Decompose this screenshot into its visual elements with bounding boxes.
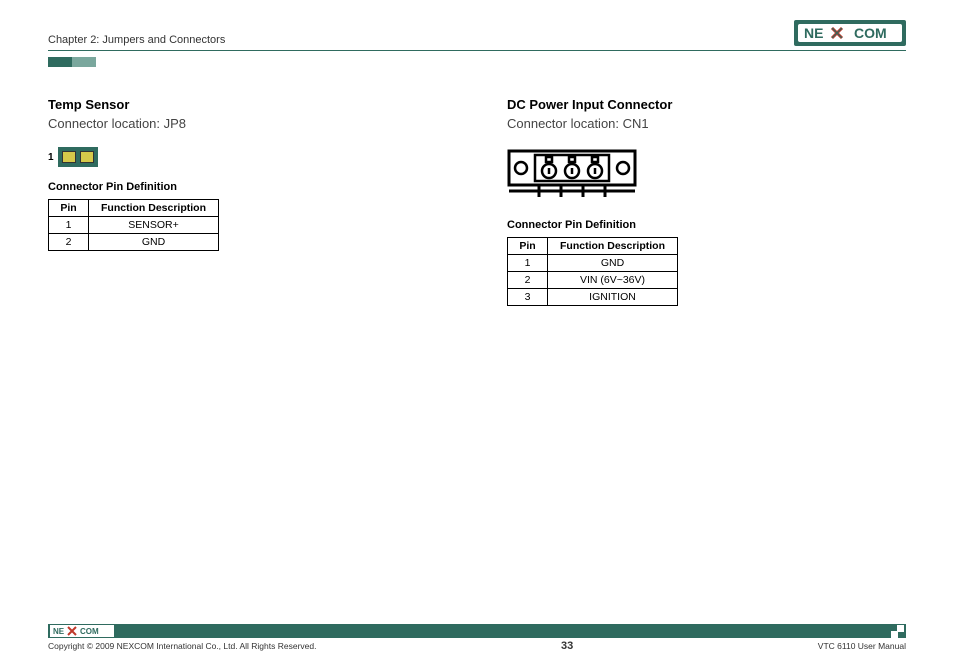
table-row: 1 SENSOR+ bbox=[49, 217, 219, 234]
cell-fn: GND bbox=[548, 255, 678, 272]
pin-def-heading: Connector Pin Definition bbox=[507, 219, 906, 231]
col-fn: Function Description bbox=[89, 200, 219, 217]
cell-fn: SENSOR+ bbox=[89, 217, 219, 234]
dc-power-section: DC Power Input Connector Connector locat… bbox=[507, 97, 906, 306]
temp-sensor-location: Connector location: JP8 bbox=[48, 116, 447, 131]
nexcom-footer-logo: NE COM bbox=[50, 625, 114, 637]
col-pin: Pin bbox=[508, 238, 548, 255]
footer-bar: NE COM bbox=[48, 624, 906, 638]
jumper-pin bbox=[62, 151, 76, 163]
cell-fn: GND bbox=[89, 234, 219, 251]
table-row: 1 GND bbox=[508, 255, 678, 272]
svg-text:COM: COM bbox=[80, 627, 99, 636]
table-row: 2 VIN (6V~36V) bbox=[508, 272, 678, 289]
footer-meta: Copyright © 2009 NEXCOM International Co… bbox=[48, 640, 906, 652]
logo-text-ne: NE bbox=[804, 25, 823, 41]
cell-fn: IGNITION bbox=[548, 289, 678, 306]
table-row: 3 IGNITION bbox=[508, 289, 678, 306]
pin-def-heading: Connector Pin Definition bbox=[48, 181, 447, 193]
chapter-title: Chapter 2: Jumpers and Connectors bbox=[48, 34, 225, 46]
jp8-diagram: 1 bbox=[48, 147, 98, 167]
table-header-row: Pin Function Description bbox=[508, 238, 678, 255]
manual-name: VTC 6110 User Manual bbox=[818, 641, 906, 651]
cn1-diagram bbox=[507, 147, 906, 205]
page-footer: NE COM Copyright © 2009 NEXCOM Internati… bbox=[48, 624, 906, 652]
temp-sensor-title: Temp Sensor bbox=[48, 97, 447, 112]
svg-text:NE: NE bbox=[53, 627, 65, 636]
col-pin: Pin bbox=[49, 200, 89, 217]
cn1-pin-table: Pin Function Description 1 GND 2 VIN (6V… bbox=[507, 237, 678, 306]
col-fn: Function Description bbox=[548, 238, 678, 255]
cell-fn: VIN (6V~36V) bbox=[548, 272, 678, 289]
nexcom-logo: NE COM bbox=[794, 20, 906, 46]
page-header: Chapter 2: Jumpers and Connectors NE COM bbox=[48, 20, 906, 51]
page-number: 33 bbox=[561, 640, 573, 652]
cell-pin: 1 bbox=[508, 255, 548, 272]
footer-ornament bbox=[891, 625, 904, 638]
jumper-box bbox=[58, 147, 98, 167]
temp-sensor-section: Temp Sensor Connector location: JP8 1 Co… bbox=[48, 97, 447, 306]
copyright-text: Copyright © 2009 NEXCOM International Co… bbox=[48, 641, 316, 651]
cell-pin: 1 bbox=[49, 217, 89, 234]
logo-text-com: COM bbox=[854, 25, 887, 41]
dc-power-title: DC Power Input Connector bbox=[507, 97, 906, 112]
cell-pin: 2 bbox=[49, 234, 89, 251]
jp8-pin-table: Pin Function Description 1 SENSOR+ 2 GND bbox=[48, 199, 219, 251]
pin1-label: 1 bbox=[48, 152, 54, 163]
jumper-pin bbox=[80, 151, 94, 163]
table-row: 2 GND bbox=[49, 234, 219, 251]
header-accent bbox=[48, 57, 906, 67]
dc-power-location: Connector location: CN1 bbox=[507, 116, 906, 131]
cell-pin: 2 bbox=[508, 272, 548, 289]
cell-pin: 3 bbox=[508, 289, 548, 306]
table-header-row: Pin Function Description bbox=[49, 200, 219, 217]
page-content: Temp Sensor Connector location: JP8 1 Co… bbox=[48, 97, 906, 306]
